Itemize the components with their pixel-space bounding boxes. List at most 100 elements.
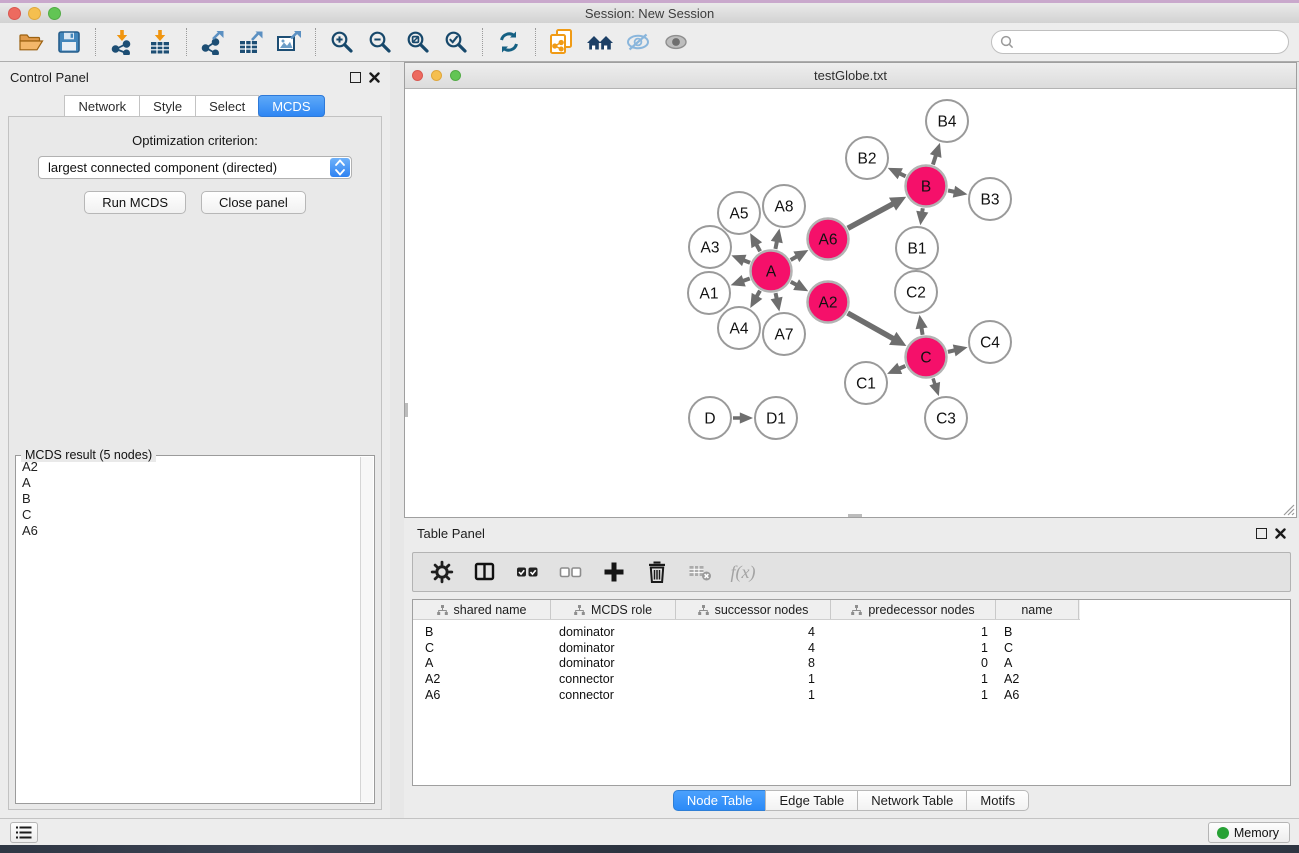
float-table-panel-icon[interactable] [1256, 528, 1267, 539]
add-column-icon[interactable] [600, 558, 628, 586]
function-builder-icon[interactable]: f(x) [729, 558, 757, 586]
close-panel-button[interactable]: Close panel [201, 191, 306, 214]
tab-network-table[interactable]: Network Table [857, 790, 967, 811]
graph-node-a5[interactable]: A5 [718, 192, 760, 234]
column-header-name[interactable]: name [996, 600, 1079, 619]
edge-A-A4[interactable] [757, 291, 760, 297]
column-header-predecessor-nodes[interactable]: predecessor nodes [831, 600, 996, 619]
edge-B-B3[interactable] [948, 190, 955, 191]
network-canvas[interactable]: B4B2BB3A8A5A6A3B1AA1C2A2A4A7C4CC1C3DD1 [405, 90, 1296, 517]
search-input[interactable] [1019, 33, 1288, 51]
network-zoom-button[interactable] [450, 70, 461, 81]
export-network-icon[interactable] [194, 26, 232, 58]
network-close-button[interactable] [412, 70, 423, 81]
save-session-icon[interactable] [50, 26, 88, 58]
run-mcds-button[interactable]: Run MCDS [84, 191, 186, 214]
table-row-a2[interactable]: A2connector11A2 [413, 671, 1290, 687]
zoom-in-icon[interactable] [323, 26, 361, 58]
edge-A-A2[interactable] [791, 282, 797, 285]
memory-button[interactable]: Memory [1208, 822, 1290, 843]
show-columns-icon[interactable] [471, 558, 499, 586]
edge-A-A6[interactable] [791, 256, 798, 260]
graph-node-d1[interactable]: D1 [755, 397, 797, 439]
graph-node-a2[interactable]: A2 [808, 282, 849, 323]
delete-table-icon[interactable] [686, 558, 714, 586]
column-header-shared-name[interactable]: shared name [413, 600, 551, 619]
graph-node-a7[interactable]: A7 [763, 313, 805, 355]
edge-C-C2[interactable] [921, 327, 922, 334]
edge-B-B4[interactable] [933, 155, 936, 165]
import-network-icon[interactable] [103, 26, 141, 58]
graph-node-a4[interactable]: A4 [718, 307, 760, 349]
criterion-select[interactable]: largest connected component (directed) [38, 156, 352, 179]
close-window-button[interactable] [8, 7, 21, 20]
graph-node-a8[interactable]: A8 [763, 185, 805, 227]
edge-A-A1[interactable] [743, 279, 750, 282]
graph-node-c1[interactable]: C1 [845, 362, 887, 404]
table-row-a[interactable]: Adominator80A [413, 655, 1290, 671]
graph-node-b[interactable]: B [906, 166, 947, 207]
horizontal-scrollbar[interactable] [848, 514, 862, 517]
show-panel-icon[interactable] [657, 26, 695, 58]
home-icon[interactable] [581, 26, 619, 58]
edge-A-A3[interactable] [743, 260, 750, 263]
zoom-window-button[interactable] [48, 7, 61, 20]
edge-A-A8[interactable] [775, 241, 777, 249]
tab-mcds[interactable]: MCDS [258, 95, 324, 117]
tab-select[interactable]: Select [195, 95, 259, 117]
result-item-b[interactable]: B [20, 491, 359, 507]
open-session-icon[interactable] [12, 26, 50, 58]
table-settings-icon[interactable] [428, 558, 456, 586]
graph-node-b2[interactable]: B2 [846, 137, 888, 179]
graph-node-a6[interactable]: A6 [808, 219, 849, 260]
export-table-icon[interactable] [232, 26, 270, 58]
edge-C-C1[interactable] [899, 366, 906, 369]
edge-C-C4[interactable] [948, 350, 955, 352]
hide-panel-icon[interactable] [619, 26, 657, 58]
graph-node-d[interactable]: D [689, 397, 731, 439]
export-image-icon[interactable] [270, 26, 308, 58]
tab-network[interactable]: Network [64, 95, 140, 117]
tab-node-table[interactable]: Node Table [673, 790, 767, 811]
zoom-selected-icon[interactable] [437, 26, 475, 58]
vertical-scrollbar[interactable] [405, 403, 408, 417]
select-all-icon[interactable] [514, 558, 542, 586]
deselect-all-icon[interactable] [557, 558, 585, 586]
zoom-out-icon[interactable] [361, 26, 399, 58]
float-panel-icon[interactable] [350, 72, 361, 83]
graph-node-a3[interactable]: A3 [689, 226, 731, 268]
tab-style[interactable]: Style [139, 95, 196, 117]
table-row-c[interactable]: Cdominator41C [413, 640, 1290, 656]
zoom-fit-icon[interactable] [399, 26, 437, 58]
graph-node-b3[interactable]: B3 [969, 178, 1011, 220]
tab-motifs[interactable]: Motifs [966, 790, 1029, 811]
import-table-icon[interactable] [141, 26, 179, 58]
graph-node-a[interactable]: A [751, 251, 792, 292]
graph-node-b4[interactable]: B4 [926, 100, 968, 142]
edge-A-A5[interactable] [756, 244, 760, 251]
minimize-window-button[interactable] [28, 7, 41, 20]
result-item-a6[interactable]: A6 [20, 523, 359, 539]
edge-B-B2[interactable] [899, 173, 905, 176]
result-item-a[interactable]: A [20, 475, 359, 491]
close-panel-icon[interactable] [369, 72, 380, 83]
resize-grip-icon[interactable] [1281, 502, 1295, 516]
table-row-b[interactable]: Bdominator41B [413, 624, 1290, 640]
new-network-icon[interactable] [543, 26, 581, 58]
refresh-icon[interactable] [490, 26, 528, 58]
tab-edge-table[interactable]: Edge Table [765, 790, 858, 811]
graph-node-a1[interactable]: A1 [688, 272, 730, 314]
graph-node-c2[interactable]: C2 [895, 271, 937, 313]
graph-node-c3[interactable]: C3 [925, 397, 967, 439]
result-item-a2[interactable]: A2 [20, 459, 359, 475]
column-header-mcds-role[interactable]: MCDS role [551, 600, 676, 619]
network-minimize-button[interactable] [431, 70, 442, 81]
graph-node-c[interactable]: C [906, 337, 947, 378]
delete-column-icon[interactable] [643, 558, 671, 586]
table-row-a6[interactable]: A6connector11A6 [413, 687, 1290, 703]
edge-A6-B[interactable] [848, 204, 894, 229]
close-table-panel-icon[interactable] [1275, 528, 1286, 539]
edge-A2-C[interactable] [848, 313, 894, 339]
task-history-button[interactable] [10, 822, 38, 843]
graph-node-b1[interactable]: B1 [896, 227, 938, 269]
